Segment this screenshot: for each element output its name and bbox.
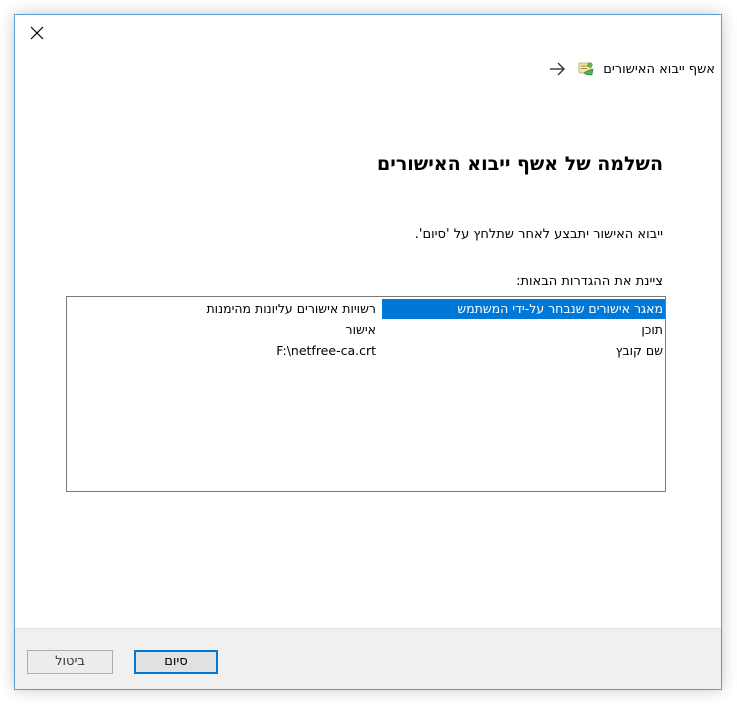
settings-value: אישור xyxy=(345,322,376,337)
close-icon xyxy=(30,26,44,40)
finish-button[interactable]: סיום xyxy=(134,650,218,674)
settings-key: תוכן xyxy=(641,322,663,337)
cancel-button[interactable]: ביטול xyxy=(27,650,113,674)
settings-row[interactable]: מאגר אישורים שנבחר על-ידי המשתמש רשויות … xyxy=(67,299,665,319)
settings-row[interactable]: תוכן אישור xyxy=(67,320,665,340)
back-arrow-icon xyxy=(550,62,566,76)
wizard-header: אשף ייבוא האישורים xyxy=(545,57,715,81)
settings-row[interactable]: שם קובץ F:\netfree-ca.crt xyxy=(67,341,665,361)
wizard-title: אשף ייבוא האישורים xyxy=(603,61,715,77)
completion-description: ייבוא האישור יתבצע לאחר שתלחץ על 'סיום'. xyxy=(414,227,663,242)
settings-key: שם קובץ xyxy=(615,343,663,358)
close-button[interactable] xyxy=(23,19,51,47)
settings-key: מאגר אישורים שנבחר על-ידי המשתמש xyxy=(382,299,665,319)
settings-summary-list[interactable]: מאגר אישורים שנבחר על-ידי המשתמש רשויות … xyxy=(66,296,666,492)
certificate-wizard-icon xyxy=(577,60,595,78)
back-button[interactable] xyxy=(545,57,569,81)
wizard-footer: ביטול סיום xyxy=(15,628,721,689)
settings-value: F:\netfree-ca.crt xyxy=(276,343,376,358)
certificate-import-wizard-window: אשף ייבוא האישורים השלמה של אשף ייבוא הא… xyxy=(14,14,722,690)
page-heading: השלמה של אשף ייבוא האישורים xyxy=(377,153,663,175)
settings-label: ציינת את ההגדרות הבאות: xyxy=(516,274,663,289)
settings-value: רשויות אישורים עליונות מהימנות xyxy=(206,301,376,316)
